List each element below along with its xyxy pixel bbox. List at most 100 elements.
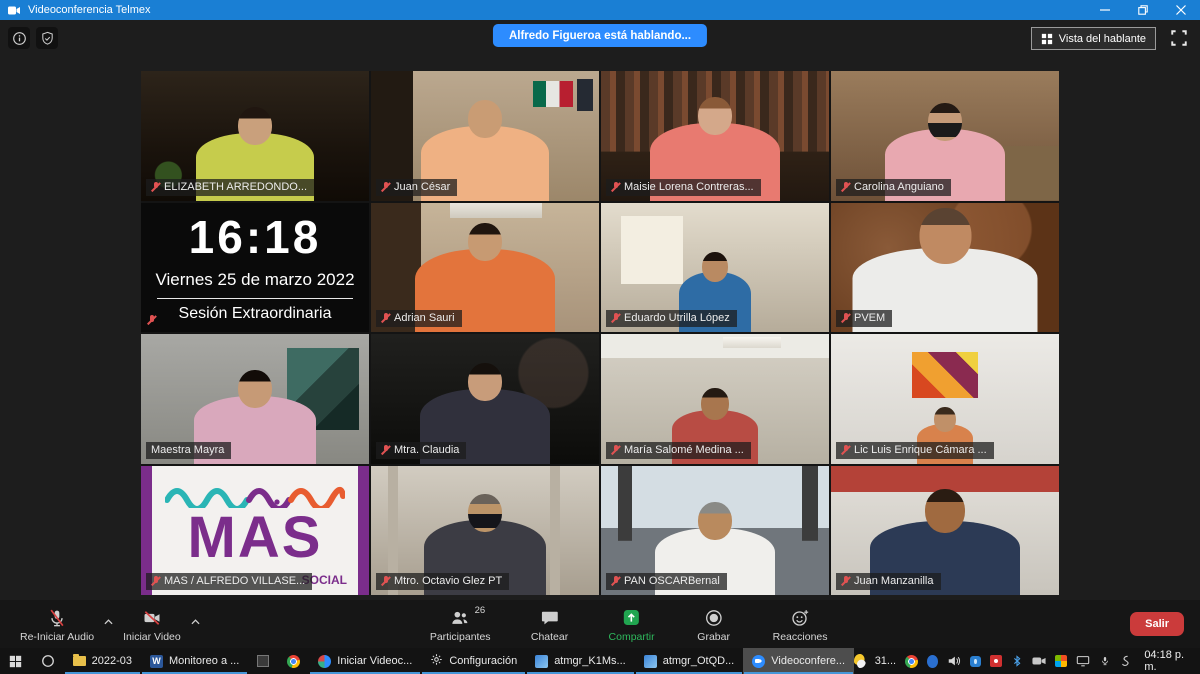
participant-name: María Salomé Medina ... bbox=[624, 444, 744, 456]
weather-temp[interactable]: 31... bbox=[875, 655, 896, 667]
start-video-button[interactable]: Iniciar Video bbox=[117, 603, 187, 645]
taskbar-item-chrome[interactable] bbox=[278, 648, 309, 674]
taskbar-item-settings[interactable]: Configuración bbox=[421, 648, 526, 674]
participants-button[interactable]: 26 Participantes bbox=[424, 603, 497, 645]
close-button[interactable] bbox=[1162, 0, 1200, 20]
video-tile-clock[interactable]: 16:18 Viernes 25 de marzo 2022 Sesión Ex… bbox=[141, 203, 369, 333]
gear-icon bbox=[430, 653, 443, 669]
fullscreen-icon[interactable] bbox=[1170, 29, 1188, 47]
weather-icon[interactable] bbox=[854, 654, 866, 668]
participant-name: Maestra Mayra bbox=[151, 444, 224, 456]
muted-mic-icon bbox=[381, 312, 390, 324]
taskbar-item-word[interactable]: W Monitoreo a ... bbox=[141, 648, 248, 674]
participants-count-badge: 26 bbox=[475, 605, 486, 616]
system-tray: 31... 04:18 p. m. bbox=[854, 649, 1200, 673]
taskbar-item-label: Videoconfere... bbox=[771, 655, 845, 667]
taskbar-item-image2[interactable]: atmgr_OtQD... bbox=[635, 648, 744, 674]
chat-icon bbox=[540, 608, 560, 628]
restore-button[interactable] bbox=[1124, 0, 1162, 20]
muted-mic-icon bbox=[841, 575, 850, 587]
participant-name: ELIZABETH ARREDONDO... bbox=[164, 181, 307, 193]
security-shield-icon[interactable] bbox=[36, 27, 58, 49]
video-tile[interactable]: ELIZABETH ARREDONDO... bbox=[141, 71, 369, 201]
video-tile[interactable]: Juan César bbox=[371, 71, 599, 201]
participant-name-label: Mtro. Octavio Glez PT bbox=[376, 573, 509, 590]
muted-mic-icon bbox=[611, 575, 620, 587]
meeting-info-icon[interactable] bbox=[8, 27, 30, 49]
video-device-icon[interactable] bbox=[1032, 654, 1046, 668]
start-button[interactable] bbox=[0, 648, 32, 674]
participant-name-label: Juan César bbox=[376, 179, 457, 196]
windows-taskbar: 2022-03 W Monitoreo a ... Iniciar Videoc… bbox=[0, 648, 1200, 674]
video-tile[interactable]: Carolina Anguiano bbox=[831, 71, 1059, 201]
video-grid: ELIZABETH ARREDONDO... Juan César Maisie… bbox=[141, 71, 1059, 595]
video-camera-icon bbox=[8, 6, 20, 15]
muted-mic-icon bbox=[841, 181, 850, 193]
pen-app-icon[interactable] bbox=[1119, 654, 1131, 668]
video-tile[interactable]: Maestra Mayra bbox=[141, 334, 369, 464]
taskbar-item-label: 2022-03 bbox=[92, 655, 132, 667]
participant-name-label: MAS / ALFREDO VILLASE... bbox=[146, 573, 312, 590]
participants-icon: 26 bbox=[449, 608, 471, 628]
bluetooth-icon[interactable] bbox=[1011, 654, 1023, 668]
minimize-button[interactable] bbox=[1086, 0, 1124, 20]
chrome-tray-icon[interactable] bbox=[905, 655, 918, 668]
participant-name: Mtra. Claudia bbox=[394, 444, 459, 456]
muted-mic-icon bbox=[611, 312, 620, 324]
video-tile-logo[interactable]: MAS SOCIAL MAS / ALFREDO VILLASE... bbox=[141, 466, 369, 596]
video-tile[interactable]: Lic Luis Enrique Cámara ... bbox=[831, 334, 1059, 464]
participant-name: Juan César bbox=[394, 181, 450, 193]
taskbar-item-videoconference[interactable]: Videoconfere... bbox=[743, 648, 854, 674]
video-options-chevron-icon[interactable] bbox=[191, 603, 200, 630]
unmute-audio-button[interactable]: Re-Iniciar Audio bbox=[14, 603, 100, 645]
participant-name: Mtro. Octavio Glez PT bbox=[394, 575, 502, 587]
video-tile[interactable]: Eduardo Utrilla López bbox=[601, 203, 829, 333]
taskbar-item-label: Configuración bbox=[449, 655, 517, 667]
video-tile[interactable]: Adrian Sauri bbox=[371, 203, 599, 333]
taskbar-item-app[interactable] bbox=[248, 648, 278, 674]
recording-tray-icon[interactable] bbox=[990, 655, 1002, 667]
video-tile[interactable]: Mtra. Claudia bbox=[371, 334, 599, 464]
app-tray-icon[interactable] bbox=[927, 655, 938, 668]
video-tile[interactable]: PAN OSCARBernal bbox=[601, 466, 829, 596]
muted-mic-icon bbox=[381, 444, 390, 456]
participants-label: Participantes bbox=[430, 631, 491, 643]
muted-mic-icon bbox=[611, 444, 620, 456]
cortana-button[interactable] bbox=[32, 648, 64, 674]
taskbar-clock[interactable]: 04:18 p. m. bbox=[1140, 649, 1190, 673]
participant-name: Carolina Anguiano bbox=[854, 181, 944, 193]
image-file-icon bbox=[644, 655, 657, 668]
participant-name: PAN OSCARBernal bbox=[624, 575, 720, 587]
video-tile[interactable]: Juan Manzanilla bbox=[831, 466, 1059, 596]
taskbar-item-folder[interactable]: 2022-03 bbox=[64, 648, 141, 674]
session-title: Sesión Extraordinaria bbox=[179, 305, 332, 323]
audio-options-chevron-icon[interactable] bbox=[104, 603, 113, 630]
share-screen-button[interactable]: Compartir bbox=[603, 603, 661, 645]
display-icon[interactable] bbox=[1076, 654, 1090, 668]
video-tile[interactable]: PVEM bbox=[831, 203, 1059, 333]
muted-mic-icon bbox=[147, 314, 156, 326]
logo-text: MAS bbox=[141, 504, 369, 571]
microphone-tray-icon[interactable] bbox=[1099, 654, 1111, 668]
participant-name: Lic Luis Enrique Cámara ... bbox=[854, 444, 987, 456]
taskbar-item-image1[interactable]: atmgr_K1Ms... bbox=[526, 648, 635, 674]
video-tile[interactable]: Mtro. Octavio Glez PT bbox=[371, 466, 599, 596]
grid-view-icon bbox=[1041, 33, 1053, 45]
reactions-button[interactable]: Reacciones bbox=[767, 603, 834, 645]
muted-mic-icon bbox=[381, 575, 390, 587]
volume-icon[interactable] bbox=[947, 654, 961, 668]
participant-name: Adrian Sauri bbox=[394, 312, 455, 324]
record-button[interactable]: Grabar bbox=[687, 603, 741, 645]
leave-meeting-button[interactable]: Salir bbox=[1130, 612, 1184, 636]
participant-name-label: PVEM bbox=[836, 310, 892, 327]
speaker-view-button[interactable]: Vista del hablante bbox=[1031, 27, 1156, 50]
chat-button[interactable]: Chatear bbox=[523, 603, 577, 645]
windows-security-icon[interactable] bbox=[1055, 655, 1067, 667]
clock-date: Viernes 25 de marzo 2022 bbox=[155, 270, 354, 290]
active-speaker-banner[interactable]: Alfredo Figueroa está hablando... bbox=[493, 24, 707, 47]
taskbar-item-webex[interactable]: Iniciar Videoc... bbox=[309, 648, 421, 674]
muted-mic-icon bbox=[841, 444, 850, 456]
video-tile[interactable]: María Salomé Medina ... bbox=[601, 334, 829, 464]
camera-tray-icon[interactable] bbox=[970, 656, 981, 667]
video-tile[interactable]: Maisie Lorena Contreras... bbox=[601, 71, 829, 201]
